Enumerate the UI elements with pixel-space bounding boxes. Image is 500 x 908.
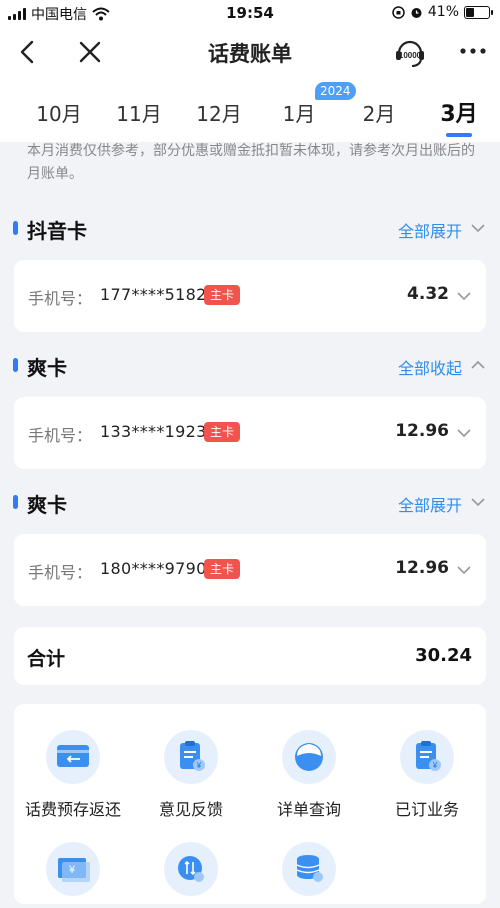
data-query-icon [296,855,323,882]
svg-text:¥: ¥ [432,761,438,770]
alarm-icon [411,7,422,18]
total-label: 合计 [27,648,66,670]
service-label: 已订业务 [394,800,459,819]
service-traffic-query[interactable] [132,842,250,908]
service-bill[interactable]: ¥ [14,842,132,908]
phone-bill-row[interactable]: 手机号： 177****5182 主卡 4.32 [14,260,486,332]
subscribed-icon: ¥ [416,741,441,771]
bill-amount: 4.32 [407,284,449,304]
phone-bill-row[interactable]: 手机号： 133****1923 主卡 12.96 [14,397,486,469]
tab-month-10[interactable]: 10月 [29,98,89,127]
customer-service-number: 10000 [399,51,422,60]
phone-label: 手机号： [28,289,93,308]
expand-all-button[interactable]: 全部展开 [398,218,462,242]
service-label: 详单查询 [276,800,341,819]
service-grid: 话费预存返还 ¥ 意见反馈 详单查询 ¥ 已订业务 ¥ [14,704,486,904]
section-header: 抖音卡 全部展开 [0,213,500,243]
svg-text:¥: ¥ [68,864,76,876]
battery-icon [464,5,493,19]
chevron-up-icon[interactable] [470,357,486,373]
more-icon[interactable] [458,36,488,66]
phone-number: 133****1923 [100,422,207,441]
chevron-down-icon[interactable] [456,288,472,304]
tab-month-3[interactable]: 3月 [429,96,489,128]
phone-label: 手机号： [28,563,93,582]
section-marker [13,358,18,372]
service-detail-query[interactable]: 详单查询 [250,730,368,820]
section-marker [13,495,18,509]
chevron-down-icon[interactable] [456,562,472,578]
tab-month-1[interactable]: 1月 [269,98,329,127]
service-card-return[interactable]: 话费预存返还 [14,730,132,820]
total-amount: 30.24 [415,645,472,666]
primary-card-badge: 主卡 [204,285,241,305]
bill-amount: 12.96 [395,421,449,441]
total-row: 合计 30.24 [14,627,486,685]
service-subscribed[interactable]: ¥ 已订业务 [368,730,486,820]
service-data-query[interactable] [250,842,368,908]
orientation-lock-icon [392,5,405,19]
section-title: 爽卡 [27,356,67,380]
nav-bar: 话费账单 10000 [0,26,500,78]
section-header: 爽卡 全部收起 [0,350,500,380]
detail-query-icon [295,743,323,771]
phone-label: 手机号： [28,426,93,445]
primary-card-badge: 主卡 [204,559,241,579]
status-bar: 中国电信 19:54 41% [0,0,500,26]
customer-service-icon[interactable]: 10000 [393,36,427,70]
service-label: 话费预存返还 [24,800,121,819]
tab-month-2[interactable]: 2月 [349,98,409,127]
service-feedback[interactable]: ¥ 意见反馈 [132,730,250,820]
phone-number: 180****9790 [100,559,207,578]
chevron-down-icon[interactable] [456,425,472,441]
svg-text:¥: ¥ [196,761,202,770]
collapse-all-button[interactable]: 全部收起 [398,355,462,379]
section-header: 爽卡 全部展开 [0,487,500,517]
bill-icon: ¥ [58,858,90,882]
month-tabs: 2024 10月 11月 12月 1月 2月 3月 [0,78,500,142]
phone-number: 177****5182 [100,285,207,304]
section-title: 抖音卡 [27,219,87,243]
phone-bill-row[interactable]: 手机号： 180****9790 主卡 12.96 [14,534,486,606]
bill-notice: 本月消费仅供参考，部分优惠或赠金抵扣暂未体现，请参考次月出账后的月账单。 [27,143,475,182]
battery-percent: 41% [427,4,459,20]
tab-month-12[interactable]: 12月 [189,98,249,127]
chevron-down-icon[interactable] [470,494,486,510]
service-label: 意见反馈 [158,800,223,819]
chevron-down-icon[interactable] [470,220,486,236]
card-return-icon [57,745,89,767]
section-marker [13,221,18,235]
expand-all-button[interactable]: 全部展开 [398,492,462,516]
feedback-icon: ¥ [180,741,205,771]
active-tab-indicator [446,133,472,137]
traffic-query-icon [178,856,204,882]
tab-month-11[interactable]: 11月 [109,98,169,127]
primary-card-badge: 主卡 [204,422,241,442]
section-title: 爽卡 [27,493,67,517]
bill-amount: 12.96 [395,558,449,578]
